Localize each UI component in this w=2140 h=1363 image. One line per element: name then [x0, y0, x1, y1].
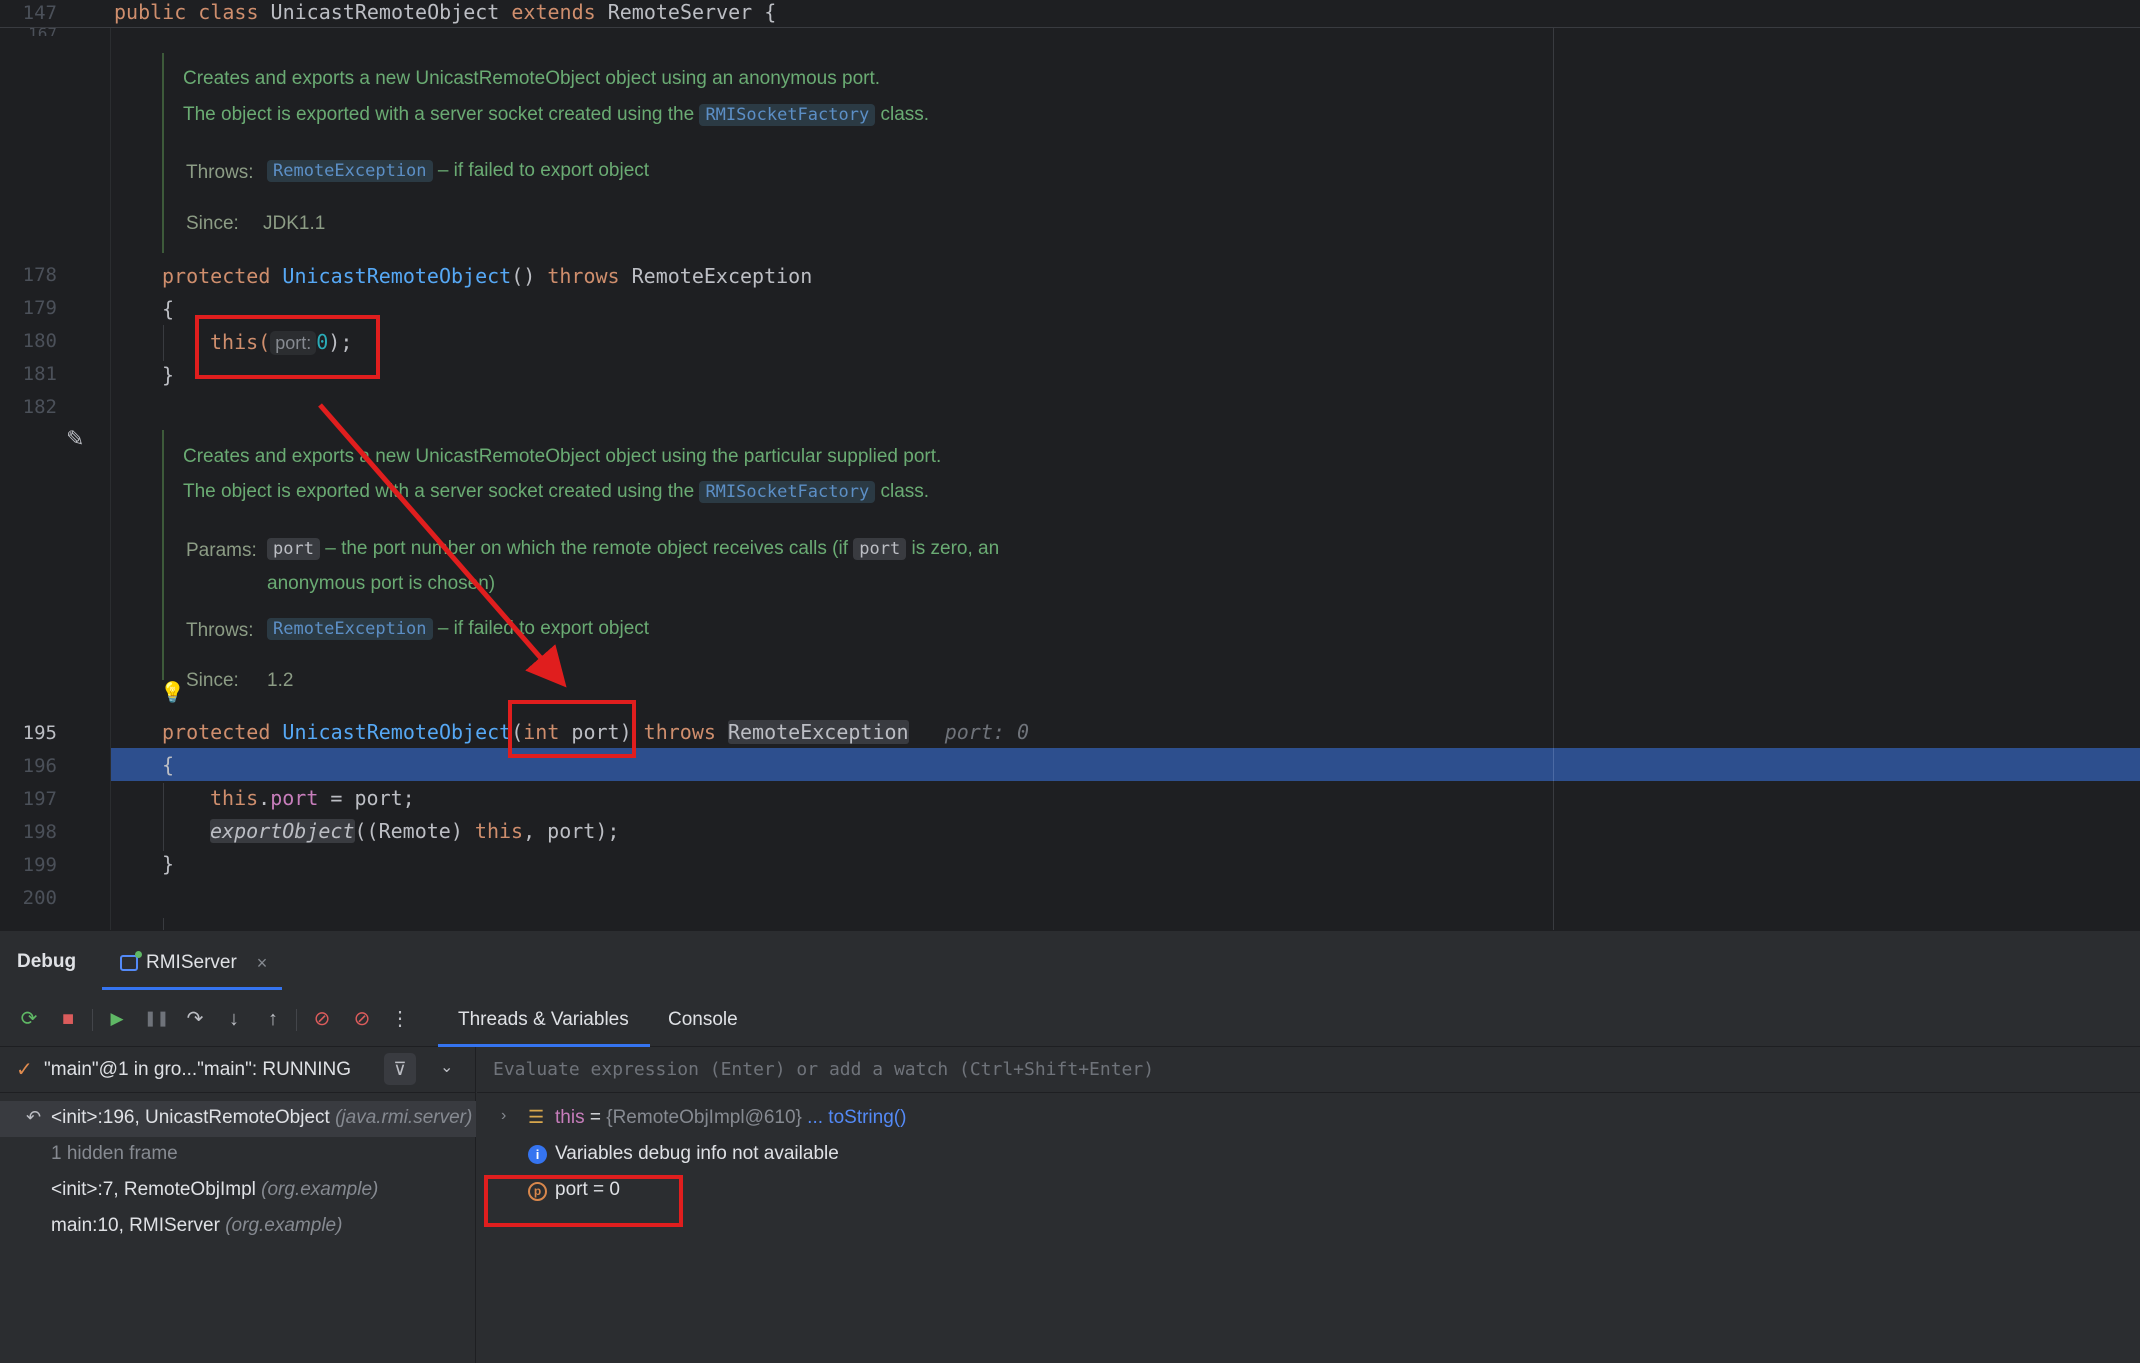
line-number: 147 [22, 2, 57, 24]
chevron-down-icon[interactable]: ⌄ [440, 1057, 453, 1077]
variable-this[interactable]: › ☰ this = {RemoteObjImpl@610} ... toStr… [477, 1101, 2140, 1137]
code-editor[interactable]: 147 public class UnicastRemoteObject ext… [0, 0, 2140, 930]
evaluate-expression-input[interactable] [493, 1059, 2093, 1080]
annotation-arrow [318, 403, 567, 688]
rerun-icon[interactable]: ⟳ [17, 1007, 41, 1031]
stop-icon[interactable]: ■ [56, 1007, 80, 1031]
tab-rmiserver[interactable]: RMIServer × [120, 945, 267, 981]
variables-panel: › ☰ this = {RemoteObjImpl@610} ... toStr… [477, 1047, 2140, 1363]
frame-return-icon: ↶ [26, 1107, 42, 1127]
resume-icon[interactable]: ▶ [105, 1007, 129, 1031]
variable-port[interactable]: p port = 0 [477, 1173, 2140, 1209]
more-icon[interactable]: ⋮ [388, 1007, 412, 1031]
sticky-class-header[interactable]: 147 public class UnicastRemoteObject ext… [0, 0, 2140, 28]
toolbar-separator [296, 1009, 297, 1031]
stack-frame[interactable]: ↶ <init>:196, UnicastRemoteObject (java.… [0, 1101, 476, 1137]
application-icon [120, 951, 142, 971]
tostring-link[interactable]: ... toString() [802, 1107, 906, 1128]
thread-label: "main"@1 in gro..."main": RUNNING [44, 1059, 352, 1080]
step-into-icon[interactable]: ↓ [222, 1007, 246, 1031]
stack-frame[interactable]: <init>:7, RemoteObjImpl (org.example) [0, 1173, 476, 1209]
debug-toolbar: ⟳ ■ ▶ ❚❚ ↷ ↓ ↑ ⊘ ⊘ ⋮ Threads & Variables… [0, 991, 2140, 1047]
debug-title: Debug [17, 951, 77, 972]
thread-selector[interactable]: ✓ "main"@1 in gro..."main": RUNNING ⊽ ⌄ [0, 1047, 476, 1093]
hidden-frames[interactable]: 1 hidden frame [0, 1137, 476, 1173]
object-icon: ☰ [528, 1107, 545, 1127]
close-icon[interactable]: × [257, 953, 268, 974]
tab-threads-variables[interactable]: Threads & Variables [458, 1009, 629, 1031]
expand-icon[interactable]: › [501, 1107, 506, 1125]
debug-header: Debug RMIServer × [0, 931, 2140, 991]
evaluate-bar [477, 1047, 2140, 1093]
debug-tool-window: Debug RMIServer × ⟳ ■ ▶ ❚❚ ↷ ↓ ↑ ⊘ ⊘ ⋮ T… [0, 930, 2140, 1363]
step-out-icon[interactable]: ↑ [261, 1007, 285, 1031]
tab-label: RMIServer [146, 952, 237, 973]
step-over-icon[interactable]: ↷ [183, 1007, 207, 1031]
pause-icon[interactable]: ❚❚ [144, 1007, 169, 1031]
active-tab-indicator [102, 987, 282, 990]
toolbar-separator [92, 1009, 93, 1031]
frames-panel: ✓ "main"@1 in gro..."main": RUNNING ⊽ ⌄ … [0, 1047, 476, 1363]
mute-breakpoints-icon[interactable]: ⊘ [350, 1007, 374, 1031]
info-icon: i [528, 1145, 547, 1164]
filter-icon[interactable]: ⊽ [384, 1053, 416, 1085]
stack-frame[interactable]: main:10, RMIServer (org.example) [0, 1209, 476, 1245]
check-icon: ✓ [16, 1059, 33, 1081]
annotation-box-port-value [484, 1175, 683, 1227]
variables-info-message: i Variables debug info not available [477, 1137, 2140, 1173]
view-breakpoints-icon[interactable]: ⊘ [310, 1007, 334, 1031]
sticky-class-declaration[interactable]: public class UnicastRemoteObject extends… [114, 0, 776, 24]
tab-console[interactable]: Console [668, 1009, 738, 1031]
